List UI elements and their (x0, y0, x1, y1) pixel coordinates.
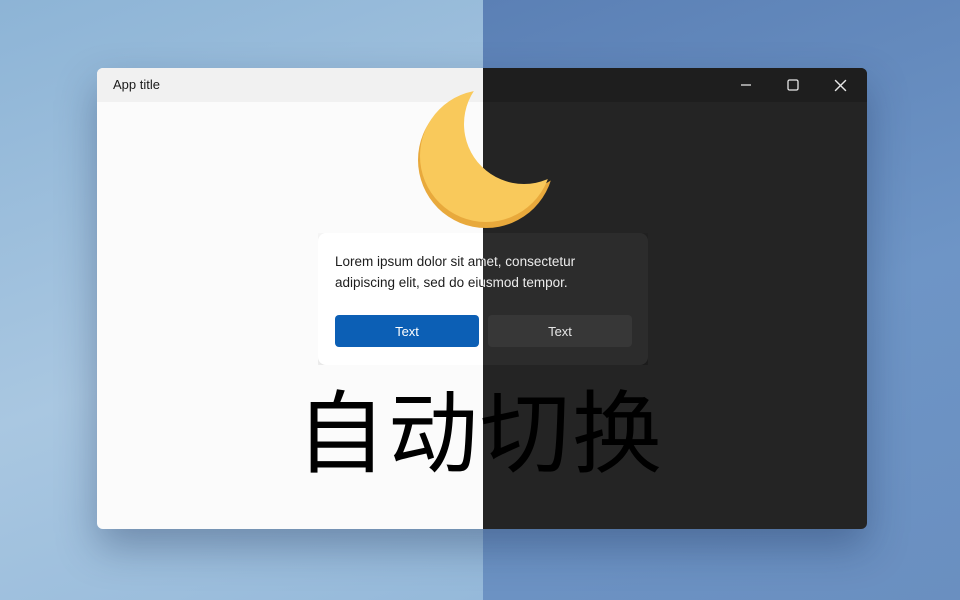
dialog-light-clip: Lorem ipsum dolor sit amet, consectetur … (318, 233, 483, 365)
close-button[interactable] (817, 68, 863, 102)
dialog-light: Lorem ipsum dolor sit amet, consectetur … (318, 233, 483, 365)
app-title: App title (113, 77, 160, 92)
minimize-icon (741, 84, 751, 86)
dialog-dark: Lorem ipsum dolor sit amet, consectetur … (483, 233, 648, 365)
dialog-body: Lorem ipsum dolor sit amet, consectetur … (335, 254, 483, 290)
moon-icon (418, 90, 554, 228)
screenshot-stage: App title Lorem ipsum dolor sit am adipi… (0, 0, 960, 600)
secondary-button-dark[interactable]: Text (488, 315, 632, 347)
minimize-button[interactable] (723, 68, 769, 102)
primary-button[interactable]: Text (335, 315, 479, 347)
overlay-caption: 自动切换 (296, 382, 664, 487)
maximize-button[interactable] (770, 68, 816, 102)
maximize-icon (787, 79, 799, 91)
dialog-dark-clip: Lorem ipsum dolor sit amet, consectetur … (483, 233, 648, 365)
dialog-body-dark: Lorem ipsum dolor sit amet, consectetur … (483, 254, 576, 290)
close-icon (834, 79, 846, 91)
